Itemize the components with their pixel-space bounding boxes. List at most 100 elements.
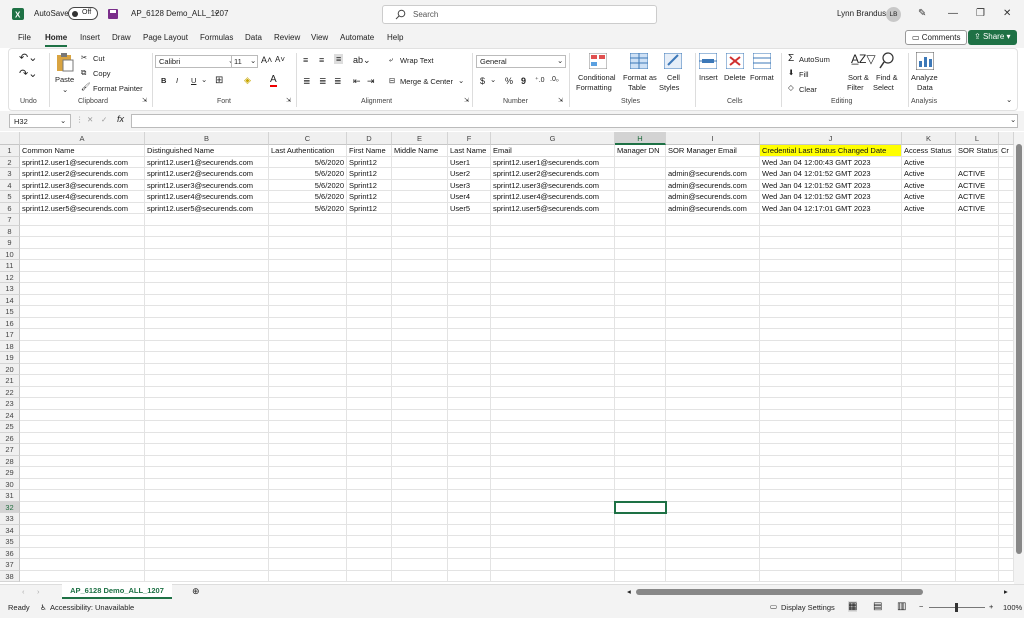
cell[interactable] bbox=[956, 363, 999, 375]
cell[interactable] bbox=[491, 536, 615, 548]
cell[interactable] bbox=[347, 352, 392, 364]
cell[interactable] bbox=[491, 329, 615, 341]
cell[interactable] bbox=[491, 570, 615, 582]
cell[interactable] bbox=[392, 294, 448, 306]
tab-help[interactable]: Help bbox=[387, 33, 403, 42]
cell[interactable] bbox=[448, 317, 491, 329]
cell[interactable] bbox=[145, 409, 269, 421]
horizontal-scroll-thumb[interactable] bbox=[636, 589, 923, 595]
cell[interactable] bbox=[666, 398, 760, 410]
cell[interactable] bbox=[145, 375, 269, 387]
row-header[interactable]: 23 bbox=[0, 398, 20, 410]
page-layout-view-icon[interactable]: ▤ bbox=[873, 601, 882, 612]
cell[interactable] bbox=[956, 421, 999, 433]
header-cell[interactable]: Common Name bbox=[20, 145, 145, 157]
cell[interactable] bbox=[269, 444, 347, 456]
cell[interactable] bbox=[999, 478, 1014, 490]
cell[interactable] bbox=[760, 490, 902, 502]
row-header[interactable]: 34 bbox=[0, 524, 20, 536]
cell[interactable] bbox=[491, 547, 615, 559]
cell[interactable] bbox=[491, 260, 615, 272]
row-header[interactable]: 16 bbox=[0, 317, 20, 329]
cell[interactable] bbox=[760, 340, 902, 352]
cell[interactable]: sprint12.user3@securends.com bbox=[145, 179, 269, 191]
cell[interactable] bbox=[615, 260, 666, 272]
row-header[interactable]: 20 bbox=[0, 363, 20, 375]
row-header[interactable]: 22 bbox=[0, 386, 20, 398]
cell[interactable] bbox=[902, 248, 956, 260]
row-header[interactable]: 37 bbox=[0, 559, 20, 571]
cell[interactable] bbox=[491, 386, 615, 398]
analyze-data-icon[interactable] bbox=[916, 52, 934, 70]
tab-insert[interactable]: Insert bbox=[80, 33, 100, 42]
cell[interactable] bbox=[392, 559, 448, 571]
font-launcher-icon[interactable]: ⇲ bbox=[286, 97, 291, 104]
cell[interactable] bbox=[615, 352, 666, 364]
cell[interactable] bbox=[145, 260, 269, 272]
cell[interactable]: sprint12.user4@securends.com bbox=[20, 191, 145, 203]
cell[interactable] bbox=[760, 432, 902, 444]
cell[interactable] bbox=[956, 156, 999, 168]
cell[interactable] bbox=[20, 570, 145, 582]
borders-icon[interactable]: ⊞ bbox=[215, 75, 223, 86]
cell[interactable] bbox=[615, 294, 666, 306]
cell[interactable] bbox=[956, 237, 999, 249]
cell[interactable] bbox=[491, 214, 615, 226]
row-header[interactable]: 1 bbox=[0, 145, 20, 157]
align-middle-icon[interactable]: ≡ bbox=[319, 55, 324, 65]
cell[interactable] bbox=[448, 214, 491, 226]
row-header[interactable]: 25 bbox=[0, 421, 20, 433]
cell[interactable] bbox=[269, 363, 347, 375]
cell[interactable] bbox=[392, 501, 448, 513]
insert-cells-icon[interactable] bbox=[699, 53, 717, 69]
cell[interactable] bbox=[615, 375, 666, 387]
cell[interactable] bbox=[347, 260, 392, 272]
cell[interactable] bbox=[956, 536, 999, 548]
cell[interactable] bbox=[491, 524, 615, 536]
cell[interactable] bbox=[999, 547, 1014, 559]
cell[interactable] bbox=[20, 501, 145, 513]
cell[interactable]: sprint12.user5@securends.com bbox=[20, 202, 145, 214]
sort-filter-button[interactable]: Sort & bbox=[848, 73, 869, 82]
row-header[interactable]: 15 bbox=[0, 306, 20, 318]
cell[interactable] bbox=[347, 225, 392, 237]
cell[interactable] bbox=[347, 283, 392, 295]
cell[interactable] bbox=[20, 467, 145, 479]
font-size-select[interactable]: 11 ⌄ bbox=[231, 55, 258, 68]
cell[interactable] bbox=[448, 237, 491, 249]
cell[interactable] bbox=[448, 306, 491, 318]
clipboard-launcher-icon[interactable]: ⇲ bbox=[142, 97, 147, 104]
cell[interactable] bbox=[491, 409, 615, 421]
cell[interactable] bbox=[666, 317, 760, 329]
cell[interactable] bbox=[666, 409, 760, 421]
bold-button[interactable]: B bbox=[161, 76, 166, 85]
cell[interactable] bbox=[20, 432, 145, 444]
alignment-launcher-icon[interactable]: ⇲ bbox=[464, 97, 469, 104]
cell[interactable] bbox=[491, 225, 615, 237]
cell[interactable] bbox=[760, 547, 902, 559]
cell[interactable] bbox=[448, 490, 491, 502]
cell[interactable] bbox=[999, 444, 1014, 456]
cell[interactable] bbox=[145, 513, 269, 525]
header-cell[interactable]: SOR Status bbox=[956, 145, 999, 157]
paste-icon[interactable] bbox=[56, 52, 74, 72]
cell[interactable] bbox=[999, 559, 1014, 571]
increase-indent-icon[interactable]: ⇥ bbox=[367, 76, 375, 87]
cell[interactable] bbox=[760, 225, 902, 237]
cell[interactable] bbox=[666, 340, 760, 352]
cell[interactable] bbox=[760, 444, 902, 456]
cell[interactable] bbox=[20, 214, 145, 226]
cell[interactable] bbox=[956, 559, 999, 571]
cell[interactable] bbox=[269, 432, 347, 444]
cell[interactable] bbox=[269, 283, 347, 295]
cell[interactable] bbox=[20, 536, 145, 548]
cell[interactable] bbox=[491, 248, 615, 260]
autosum-icon[interactable]: Σ bbox=[788, 53, 794, 64]
cell[interactable] bbox=[615, 168, 666, 180]
fill-color-icon[interactable]: ◈ bbox=[244, 75, 251, 86]
cut-button[interactable]: Cut bbox=[93, 54, 105, 63]
cell[interactable] bbox=[615, 214, 666, 226]
sort-filter-icon[interactable]: A̲Z▽ bbox=[851, 52, 876, 66]
cell[interactable] bbox=[347, 375, 392, 387]
cell[interactable] bbox=[615, 398, 666, 410]
